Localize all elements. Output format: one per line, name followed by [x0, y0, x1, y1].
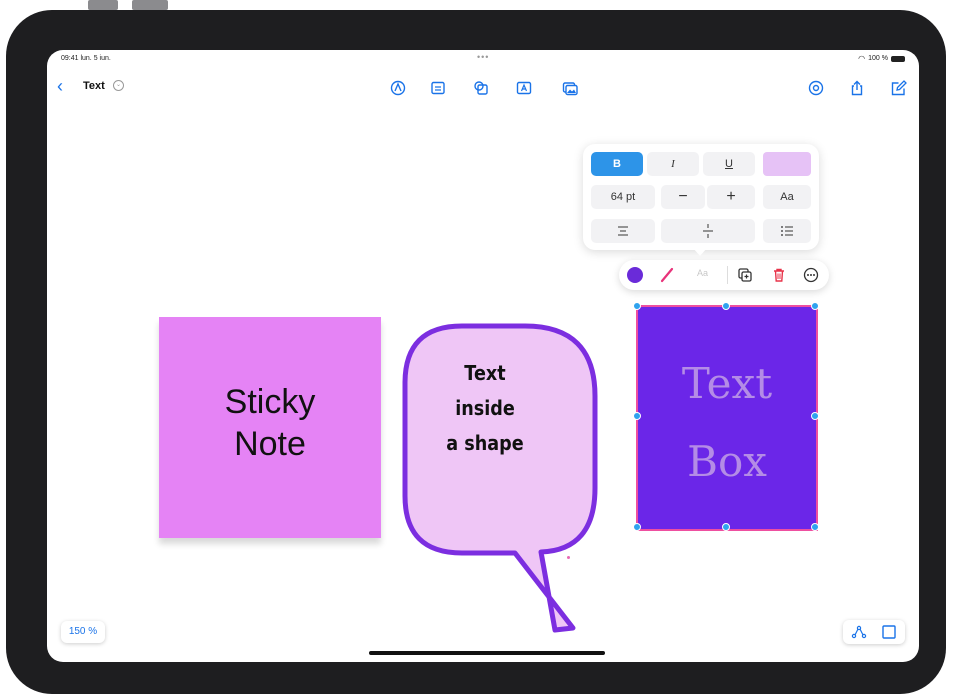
text-box-line: Box: [687, 437, 767, 486]
frame-icon[interactable]: [881, 624, 897, 640]
shape-text-line: inside: [455, 396, 515, 420]
text-box-text[interactable]: Text Box: [638, 345, 816, 501]
shape-text-line: Text: [464, 361, 506, 385]
resize-handle[interactable]: [633, 523, 641, 531]
resize-handle[interactable]: [633, 302, 641, 310]
resize-handle[interactable]: [722, 523, 730, 531]
resize-handle[interactable]: [633, 412, 641, 420]
pen-dot: [567, 556, 570, 559]
resize-handle[interactable]: [811, 523, 819, 531]
resize-handle[interactable]: [811, 302, 819, 310]
zoom-level-button[interactable]: 150 %: [61, 621, 105, 643]
connector-icon[interactable]: [851, 624, 867, 640]
shape-text-line: a shape: [446, 431, 524, 455]
bottom-right-controls: [843, 620, 905, 644]
shape-text[interactable]: Text inside a shape: [429, 356, 542, 461]
selected-text-box[interactable]: Text Box: [636, 305, 818, 531]
volume-button: [88, 0, 118, 10]
home-indicator[interactable]: [369, 651, 605, 655]
freeform-board: 09:41 lun. 5 iun. ••• ◠ 100 % ‹ Text ⌄ B…: [47, 50, 919, 662]
volume-button: [132, 0, 168, 10]
resize-handle[interactable]: [811, 412, 819, 420]
resize-handle[interactable]: [722, 302, 730, 310]
text-box-line: Text: [681, 359, 773, 408]
